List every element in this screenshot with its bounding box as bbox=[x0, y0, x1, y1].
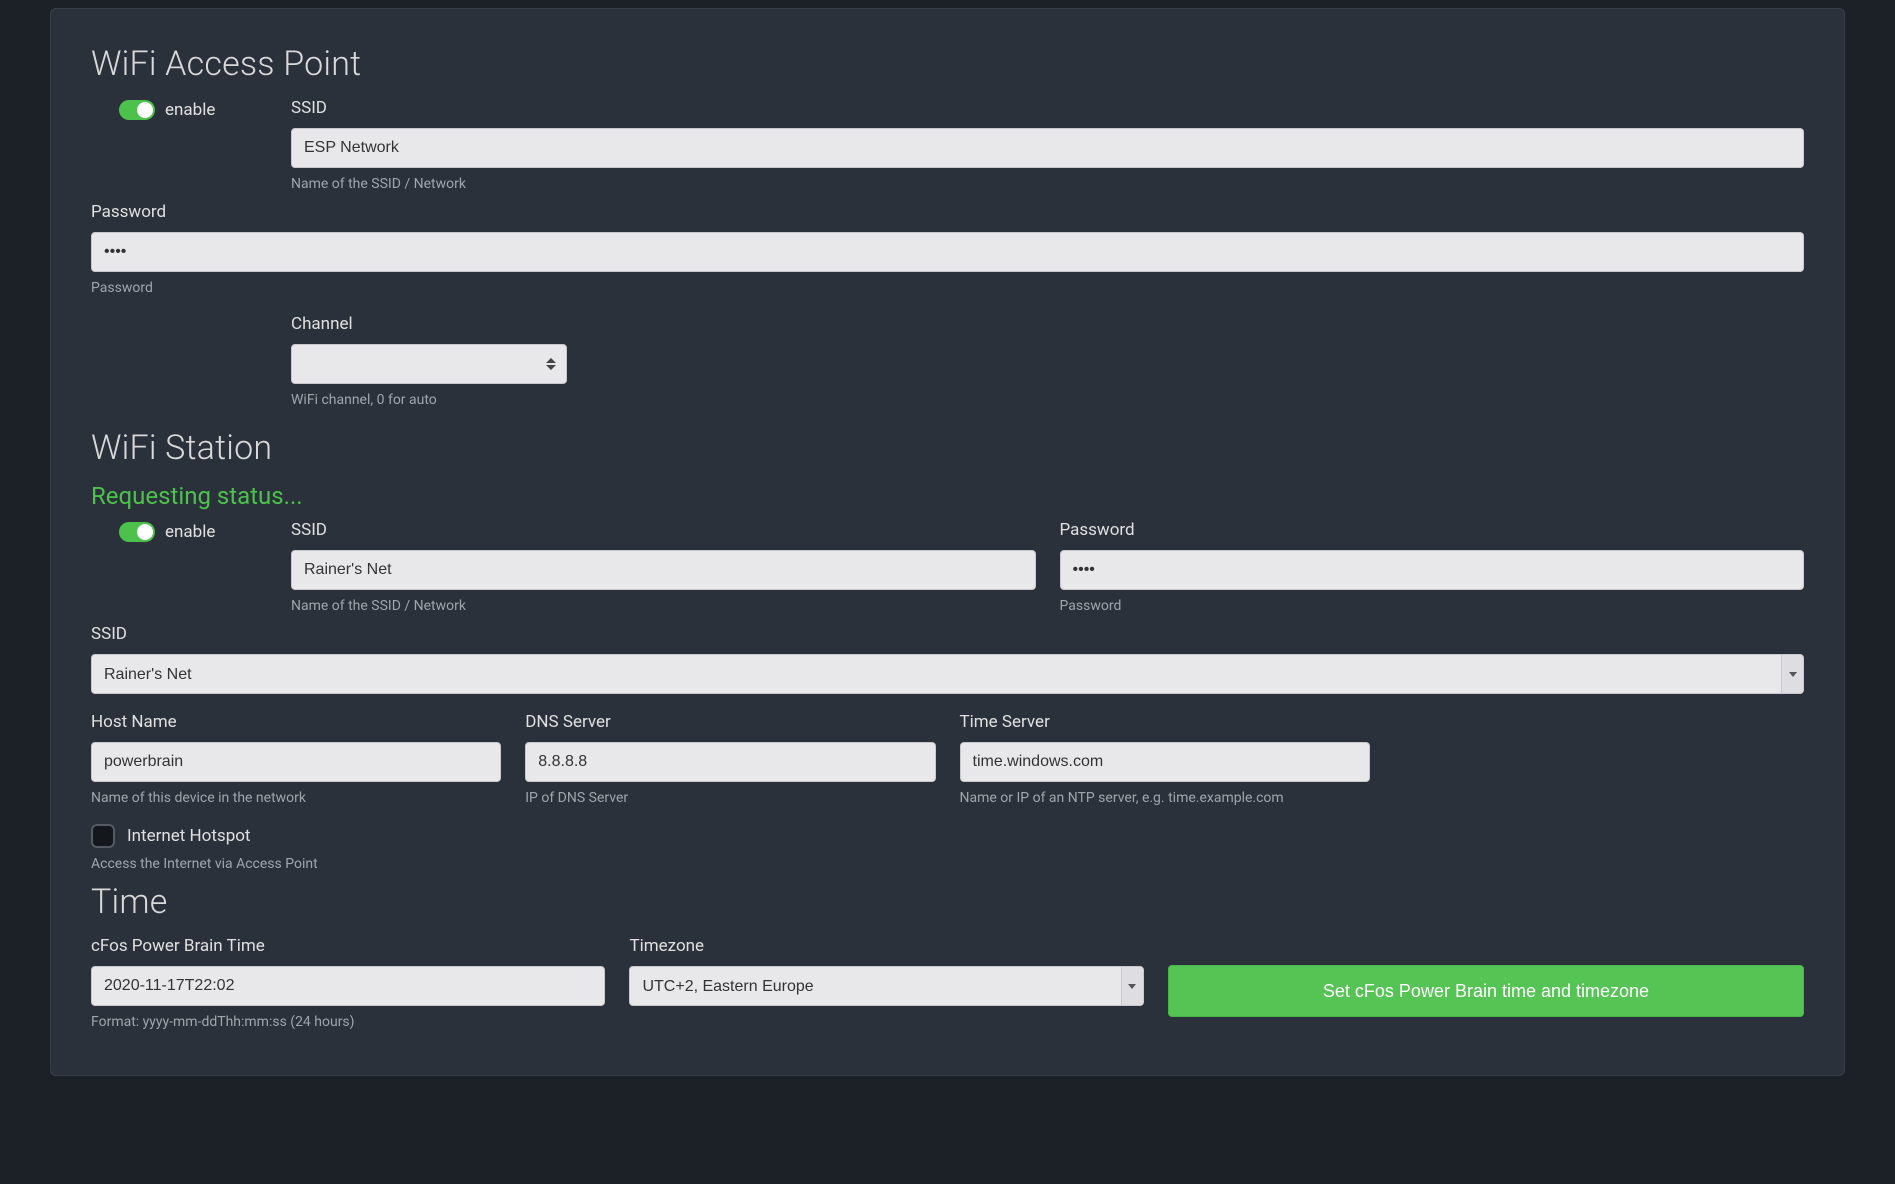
ap-channel-hint: WiFi channel, 0 for auto bbox=[291, 392, 567, 408]
station-password-input[interactable] bbox=[1060, 550, 1805, 590]
station-ssid-select-label: SSID bbox=[91, 624, 1804, 644]
dns-label: DNS Server bbox=[525, 712, 935, 732]
station-status: Requesting status... bbox=[91, 482, 1804, 510]
host-hint: Name of this device in the network bbox=[91, 790, 501, 806]
station-ssid-select[interactable]: Rainer's Net bbox=[91, 654, 1804, 694]
station-enable-label: enable bbox=[165, 522, 215, 542]
time-label: cFos Power Brain Time bbox=[91, 936, 605, 956]
ap-password-label: Password bbox=[91, 202, 1804, 222]
station-enable-toggle[interactable] bbox=[119, 522, 155, 542]
ap-title: WiFi Access Point bbox=[91, 44, 1804, 84]
ap-password-input[interactable] bbox=[91, 232, 1804, 272]
time-input[interactable] bbox=[91, 966, 605, 1006]
host-input[interactable] bbox=[91, 742, 501, 782]
station-password-label: Password bbox=[1060, 520, 1805, 540]
ap-channel-input[interactable] bbox=[291, 344, 567, 384]
ap-channel-label: Channel bbox=[291, 314, 567, 334]
time-hint: Format: yyyy-mm-ddThh:mm:ss (24 hours) bbox=[91, 1014, 605, 1030]
station-ssid-label: SSID bbox=[291, 520, 1036, 540]
ap-enable-toggle[interactable] bbox=[119, 100, 155, 120]
station-title: WiFi Station bbox=[91, 428, 1804, 468]
chevron-down-icon bbox=[546, 365, 556, 370]
ap-ssid-input[interactable] bbox=[291, 128, 1804, 168]
tz-label: Timezone bbox=[629, 936, 1143, 956]
timesrv-label: Time Server bbox=[960, 712, 1370, 732]
station-ssid-hint: Name of the SSID / Network bbox=[291, 598, 1036, 614]
config-panel: WiFi Access Point enable SSID Name of th… bbox=[50, 8, 1845, 1076]
ap-ssid-label: SSID bbox=[291, 98, 1804, 118]
hotspot-hint: Access the Internet via Access Point bbox=[91, 856, 1804, 872]
dns-hint: IP of DNS Server bbox=[525, 790, 935, 806]
set-time-button[interactable]: Set cFos Power Brain time and timezone bbox=[1168, 965, 1804, 1017]
timesrv-hint: Name or IP of an NTP server, e.g. time.e… bbox=[960, 790, 1370, 806]
chevron-up-icon bbox=[546, 358, 556, 363]
host-label: Host Name bbox=[91, 712, 501, 732]
toggle-knob-icon bbox=[137, 524, 153, 540]
toggle-knob-icon bbox=[137, 102, 153, 118]
dns-input[interactable] bbox=[525, 742, 935, 782]
station-password-hint: Password bbox=[1060, 598, 1805, 614]
ap-enable-label: enable bbox=[165, 100, 215, 120]
ap-ssid-hint: Name of the SSID / Network bbox=[291, 176, 1804, 192]
hotspot-label: Internet Hotspot bbox=[127, 826, 251, 846]
time-title: Time bbox=[91, 882, 1804, 922]
timesrv-input[interactable] bbox=[960, 742, 1370, 782]
ap-password-hint: Password bbox=[91, 280, 1804, 296]
tz-select[interactable]: UTC+2, Eastern Europe bbox=[629, 966, 1143, 1006]
hotspot-checkbox[interactable] bbox=[91, 824, 115, 848]
station-ssid-input[interactable] bbox=[291, 550, 1036, 590]
number-spinner-icon[interactable] bbox=[546, 354, 560, 374]
